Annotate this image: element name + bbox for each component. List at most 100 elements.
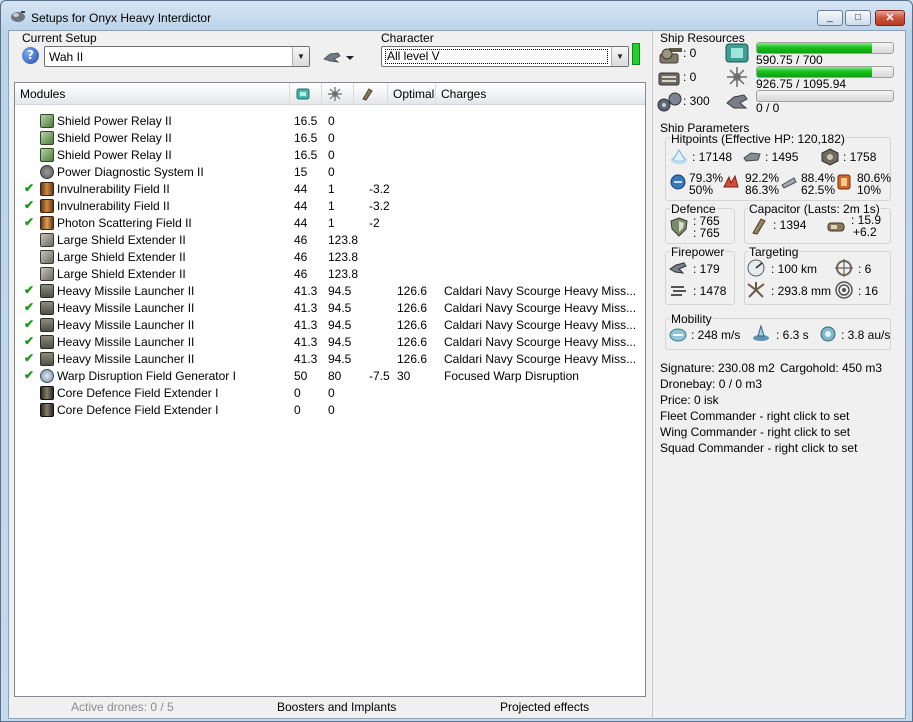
module-row[interactable]: ✔ Heavy Missile Launcher II 41.3 94.5 126.6 C…	[15, 317, 645, 334]
module-powergrid: 123.8	[328, 250, 359, 264]
module-active-check[interactable]: ✔	[24, 368, 34, 382]
missile-launcher-icon	[40, 335, 54, 349]
squad-commander-slot[interactable]: Squad Commander - right click to set	[660, 441, 857, 455]
fleet-commander-slot[interactable]: Fleet Commander - right click to set	[660, 409, 849, 423]
module-name: Warp Disruption Field Generator I	[57, 369, 236, 383]
module-capacitor: -3.2	[369, 182, 390, 196]
module-active-check[interactable]: ✔	[24, 300, 34, 314]
module-row[interactable]: Shield Power Relay II 16.5 0	[15, 147, 645, 164]
rig-icon	[40, 403, 54, 417]
character-select[interactable]: All level V ▼	[381, 46, 629, 67]
max-velocity-icon	[669, 328, 687, 342]
missile-launcher-icon	[40, 301, 54, 315]
help-icon[interactable]: ?	[22, 47, 39, 64]
turret-slots-value: : 0	[683, 46, 697, 60]
module-row[interactable]: ✔ Heavy Missile Launcher II 41.3 94.5 126.6 C…	[15, 283, 645, 300]
module-name: Large Shield Extender II	[57, 233, 186, 247]
main-window: Setups for Onyx Heavy Interdictor _ □ ✕ …	[0, 0, 913, 722]
module-active-check[interactable]: ✔	[24, 215, 34, 229]
armor-hp-value: : 1495	[765, 150, 799, 164]
module-active-check[interactable]: ✔	[24, 283, 34, 297]
module-cpu: 46	[294, 267, 308, 281]
module-charges: Caldari Navy Scourge Heavy Miss...	[444, 284, 637, 298]
current-setup-label: Current Setup	[22, 31, 97, 45]
module-row[interactable]: Shield Power Relay II 16.5 0	[15, 130, 645, 147]
module-powergrid: 123.8	[328, 267, 359, 281]
module-row[interactable]: ✔ Invulnerability Field II 44 1 -3.2	[15, 181, 645, 198]
column-powergrid[interactable]	[322, 83, 354, 104]
close-button[interactable]: ✕	[875, 10, 905, 26]
module-row[interactable]: Large Shield Extender II 46 123.8	[15, 249, 645, 266]
thermal-resist-armor: 86.3%	[745, 183, 780, 197]
modules-table[interactable]: Modules Optimal Charges Shield Power Rel…	[14, 82, 646, 697]
wing-commander-slot[interactable]: Wing Commander - right click to set	[660, 425, 850, 439]
module-active-check[interactable]: ✔	[24, 181, 34, 195]
module-optimal: 126.6	[397, 284, 428, 298]
launcher-slots-value: : 0	[683, 70, 697, 84]
boosters-implants-tab[interactable]: Boosters and Implants	[277, 700, 396, 714]
module-cpu: 16.5	[294, 114, 318, 128]
power-diagnostic-icon	[40, 165, 54, 179]
module-row[interactable]: Large Shield Extender II 46 123.8	[15, 266, 645, 283]
module-row[interactable]: Core Defence Field Extender I 0 0	[15, 402, 645, 419]
shield-relay-icon	[40, 131, 54, 145]
module-active-check[interactable]: ✔	[24, 317, 34, 331]
powergrid-value: 926.75 / 1095.94	[756, 77, 847, 91]
module-charges: Caldari Navy Scourge Heavy Miss...	[444, 335, 637, 349]
active-drones-tab[interactable]: Active drones: 0 / 5	[71, 700, 174, 714]
module-cpu: 44	[294, 216, 308, 230]
defence-value-2: : 765	[693, 226, 720, 240]
calibration-icon	[657, 92, 682, 112]
column-optimal[interactable]: Optimal	[388, 83, 436, 104]
setup-select[interactable]: Wah II ▼	[44, 46, 310, 67]
module-row[interactable]: ✔ Heavy Missile Launcher II 41.3 94.5 126.6 C…	[15, 334, 645, 351]
title-bar[interactable]: Setups for Onyx Heavy Interdictor _ □ ✕	[1, 1, 912, 31]
column-cpu[interactable]	[290, 83, 322, 104]
module-cpu: 41.3	[294, 301, 318, 315]
module-row[interactable]: ✔ Photon Scattering Field II 44 1 -2	[15, 215, 645, 232]
capacitor-amount: : 1394	[773, 218, 807, 232]
targeting-range-icon	[747, 259, 765, 277]
minimize-button[interactable]: _	[817, 10, 843, 26]
module-active-check[interactable]: ✔	[24, 351, 34, 365]
module-active-check[interactable]: ✔	[24, 198, 34, 212]
explosive-resist-icon	[837, 174, 851, 190]
module-name: Shield Power Relay II	[57, 114, 172, 128]
dronebay-value: Dronebay: 0 / 0 m3	[660, 377, 763, 391]
maximize-button[interactable]: □	[845, 10, 871, 26]
targeting-label: Targeting	[748, 245, 800, 259]
module-cpu: 0	[294, 403, 301, 417]
mobility-label: Mobility	[670, 312, 713, 326]
module-powergrid: 0	[328, 131, 335, 145]
em-resist-icon	[670, 174, 686, 190]
module-row[interactable]: Large Shield Extender II 46 123.8	[15, 232, 645, 249]
module-row[interactable]: ✔ Invulnerability Field II 44 1 -3.2	[15, 198, 645, 215]
module-row[interactable]: ✔ Heavy Missile Launcher II 41.3 94.5 126.6 C…	[15, 351, 645, 368]
module-optimal: 126.6	[397, 301, 428, 315]
capacitor-icon	[362, 88, 373, 101]
module-name: Heavy Missile Launcher II	[57, 284, 195, 298]
module-row[interactable]: Core Defence Field Extender I 0 0	[15, 385, 645, 402]
module-capacitor: -2	[369, 216, 380, 230]
maximize-icon: □	[854, 12, 862, 23]
module-cpu: 41.3	[294, 318, 318, 332]
rig-icon	[40, 386, 54, 400]
shield-relay-icon	[40, 114, 54, 128]
module-row[interactable]: ✔ Heavy Missile Launcher II 41.3 94.5 126.6 C…	[15, 300, 645, 317]
module-cpu: 41.3	[294, 284, 318, 298]
module-row[interactable]: Power Diagnostic System II 15 0	[15, 164, 645, 181]
module-name: Heavy Missile Launcher II	[57, 318, 195, 332]
module-active-check[interactable]: ✔	[24, 334, 34, 348]
setup-tools-button[interactable]	[322, 47, 356, 67]
column-capacitor[interactable]	[354, 83, 388, 104]
missile-launcher-icon	[40, 352, 54, 366]
column-modules[interactable]: Modules	[15, 83, 290, 104]
module-powergrid: 94.5	[328, 318, 352, 332]
projected-effects-tab[interactable]: Projected effects	[500, 700, 589, 714]
signature-value: Signature: 230.08 m2	[660, 361, 775, 375]
module-charges: Caldari Navy Scourge Heavy Miss...	[444, 352, 637, 366]
module-row[interactable]: ✔ Warp Disruption Field Generator I 50 80 -7…	[15, 368, 645, 385]
column-charges[interactable]: Charges	[436, 83, 645, 104]
module-optimal: 30	[397, 369, 411, 383]
module-row[interactable]: Shield Power Relay II 16.5 0	[15, 113, 645, 130]
